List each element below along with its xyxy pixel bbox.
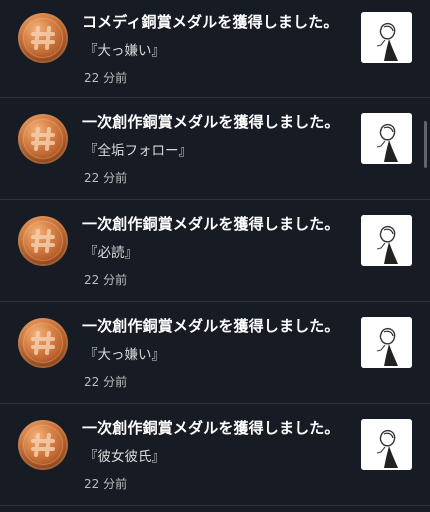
illustration-thumbnail-icon	[361, 12, 412, 63]
bronze-medal-icon	[18, 318, 68, 368]
bronze-medal-icon	[18, 114, 68, 164]
notification-item[interactable]: 一次創作銅賞メダルを獲得しました。 『必読』 22 分前	[0, 200, 430, 302]
notification-title: 一次創作銅賞メダルを獲得しました。	[82, 317, 340, 335]
work-title[interactable]: 『全垢フォロー』	[84, 141, 192, 161]
bronze-medal-icon	[18, 13, 68, 63]
notification-title: 一次創作銅賞メダルを獲得しました。	[82, 113, 340, 131]
work-title[interactable]: 『必読』	[84, 243, 138, 263]
scrollbar[interactable]	[424, 121, 427, 168]
illustration-thumbnail-icon	[361, 113, 412, 164]
work-thumbnail[interactable]	[361, 113, 412, 164]
timestamp: 22 分前	[84, 71, 128, 85]
illustration-thumbnail-icon	[361, 215, 412, 266]
hash-icon	[31, 127, 55, 151]
illustration-thumbnail-icon	[361, 419, 412, 470]
work-thumbnail[interactable]	[361, 215, 412, 266]
timestamp: 22 分前	[84, 477, 128, 491]
hash-icon	[31, 26, 55, 50]
work-thumbnail[interactable]	[361, 12, 412, 63]
work-title[interactable]: 『大っ嫌い』	[84, 41, 165, 61]
timestamp: 22 分前	[84, 375, 128, 389]
hash-icon	[31, 229, 55, 253]
notification-item[interactable]: コメディ銅賞メダルを獲得しました。 『大っ嫌い』 22 分前	[0, 0, 430, 98]
timestamp: 22 分前	[84, 171, 128, 185]
notification-item[interactable]: 一次創作銅賞メダルを獲得しました。 『大っ嫌い』 22 分前	[0, 302, 430, 404]
work-thumbnail[interactable]	[361, 317, 412, 368]
notification-title: 一次創作銅賞メダルを獲得しました。	[82, 419, 340, 437]
notification-title: 一次創作銅賞メダルを獲得しました。	[82, 215, 340, 233]
hash-icon	[31, 433, 55, 457]
work-thumbnail[interactable]	[361, 419, 412, 470]
bronze-medal-icon	[18, 216, 68, 266]
work-title[interactable]: 『大っ嫌い』	[84, 345, 165, 365]
notification-title: コメディ銅賞メダルを獲得しました。	[82, 13, 339, 31]
bronze-medal-icon	[18, 420, 68, 470]
notification-item[interactable]: 一次創作銅賞メダルを獲得しました。 『彼女彼氏』 22 分前	[0, 404, 430, 506]
notification-item[interactable]: 一次創作銅賞メダルを獲得しました。 『全垢フォロー』 22 分前	[0, 98, 430, 200]
work-title[interactable]: 『彼女彼氏』	[84, 447, 165, 467]
timestamp: 22 分前	[84, 273, 128, 287]
hash-icon	[31, 331, 55, 355]
illustration-thumbnail-icon	[361, 317, 412, 368]
notification-feed: コメディ銅賞メダルを獲得しました。 『大っ嫌い』 22 分前 一次創作銅賞メダル…	[0, 0, 430, 512]
